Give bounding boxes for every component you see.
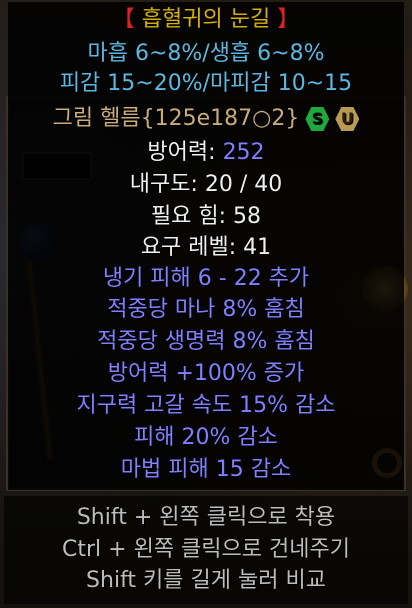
mod-life-steal: 적중당 생명력 8% 훔침 [97,329,315,354]
item-name-text: 흡혈귀의 눈길 [141,7,271,32]
required-level: 요구 레벨: 41 [140,235,272,260]
defense-label: 방어력: [147,140,216,165]
durability: 내구도: 20 / 40 [129,172,283,197]
attribute-line-2: 피감 15~20%/마피감 10~15 [59,71,353,96]
attribute-line-1: 마흡 6~8%/생흡 6~8% [87,41,325,66]
defense-value: 252 [222,140,265,165]
bracket-left: 【 [112,7,135,32]
unique-badge-icon: U [335,107,360,131]
required-strength: 필요 힘: 58 [150,204,262,229]
mod-defense-increase: 방어력 +100% 증가 [107,361,305,386]
mod-damage-reduced: 피해 20% 감소 [134,425,278,450]
mod-mana-steal: 적중당 마나 8% 훔침 [107,297,305,322]
hint-give: Ctrl + 왼쪽 클릭으로 건네주기 [62,537,350,562]
hint-compare: Shift 키를 길게 눌러 비교 [86,568,326,593]
item-name: 【 흡혈귀의 눈길 】 [0,5,412,35]
bracket-right: 】 [277,7,300,32]
item-base-row: 그림 헬름{125e187○2} S U [0,104,412,134]
mod-magic-damage-reduced: 마법 피해 15 감소 [120,457,292,482]
defense-row: 방어력: 252 [0,138,412,168]
mod-cold-damage: 냉기 피해 6 - 22 추가 [102,266,310,291]
item-base-name: 그림 헬름{125e187○2} [52,106,300,131]
mod-stamina-drain: 지구력 고갈 속도 15% 감소 [76,393,336,418]
set-badge-icon: S [305,107,330,131]
hint-equip: Shift + 왼쪽 클릭으로 착용 [76,505,336,530]
